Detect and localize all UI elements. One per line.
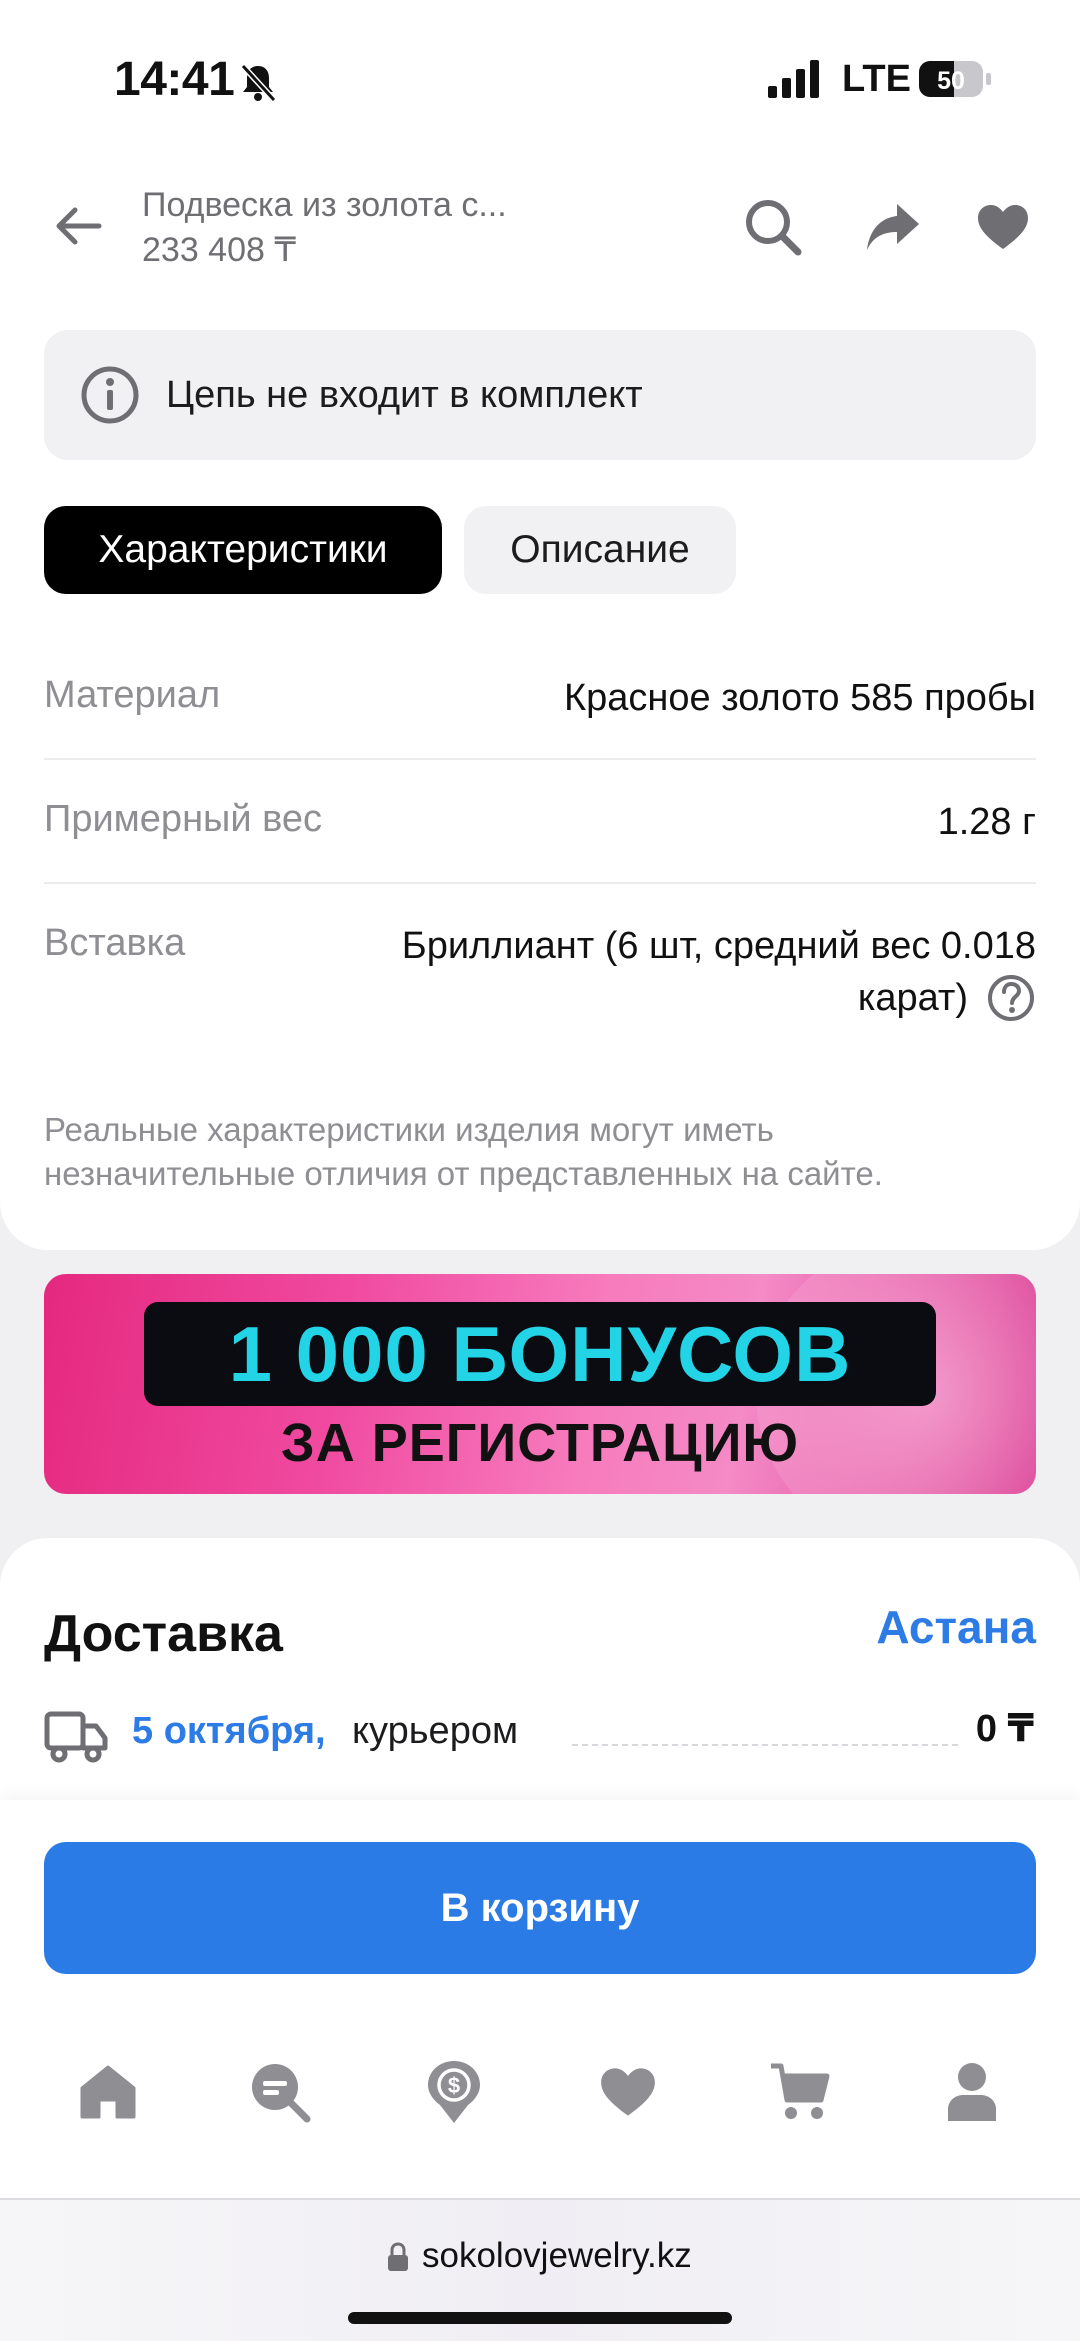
dotted-leader: [572, 1744, 958, 1746]
cellular-signal-icon: [768, 60, 819, 98]
nav-home[interactable]: [72, 2056, 144, 2128]
disclaimer: Реальные характеристики изделия могут им…: [44, 1108, 1044, 1196]
status-bar: 14:41 LTE 50: [0, 0, 1080, 150]
cart-icon: [771, 2063, 830, 2119]
bell-off-icon: [240, 63, 277, 103]
delivery-title: Доставка: [44, 1605, 283, 1663]
disclaimer-line1: Реальные характеристики изделия могут им…: [44, 1111, 774, 1148]
delivery-date: 5 октября,: [132, 1710, 326, 1752]
network-type: LTE: [842, 58, 911, 100]
tab-description[interactable]: Описание: [464, 506, 736, 594]
delivery-card: Доставка Астана 5 октября, курьером 0 ₸: [0, 1538, 1080, 1838]
product-title: Подвеска из золота с...: [142, 186, 507, 224]
spec-row-weight: Примерный вес 1.28 г: [44, 784, 1036, 884]
truck-icon: [44, 1711, 108, 1763]
browser-url-bar[interactable]: sokolovjewelry.kz: [0, 2198, 1080, 2341]
share-arrow-icon: [867, 204, 919, 250]
lock-icon: [388, 2242, 408, 2271]
spec-value-line2-wrap: карат): [858, 970, 1036, 1026]
svg-text:$: $: [448, 2073, 460, 2098]
delivery-city-link[interactable]: Астана: [876, 1600, 1036, 1654]
spec-row-insert: Вставка Бриллиант (6 шт, средний вес 0.0…: [44, 908, 1036, 1028]
status-time: 14:41: [114, 53, 235, 106]
nav-bonuses[interactable]: $: [418, 2056, 490, 2128]
spec-row-material: Материал Красное золото 585 пробы: [44, 660, 1036, 760]
delivery-price: 0 ₸: [975, 1708, 1034, 1750]
add-to-cart-button[interactable]: В корзину: [44, 1842, 1036, 1974]
url-domain: sokolovjewelry.kz: [422, 2236, 692, 2275]
spec-label: Вставка: [44, 922, 186, 964]
nav-catalog[interactable]: [244, 2056, 316, 2128]
bonus-promo-banner[interactable]: 1 000 БОНУСОВ ЗА РЕГИСТРАЦИЮ: [44, 1274, 1036, 1494]
tab-characteristics[interactable]: Характеристики: [44, 506, 442, 594]
search-button[interactable]: [738, 192, 808, 262]
nav-profile[interactable]: [936, 2056, 1008, 2128]
profile-icon: [948, 2063, 996, 2121]
battery-level: 50: [937, 67, 965, 95]
favorite-button[interactable]: [968, 192, 1038, 262]
spec-value-line1: Бриллиант (6 шт, средний вес 0.018: [401, 925, 1036, 967]
banner-subheadline: ЗА РЕГИСТРАЦИЮ: [280, 1413, 800, 1473]
share-button[interactable]: [858, 192, 928, 262]
back-button[interactable]: [48, 196, 108, 256]
nav-cart[interactable]: [764, 2056, 836, 2128]
search-icon: [746, 200, 802, 256]
bonus-icon: $: [428, 2061, 480, 2123]
info-icon: [81, 366, 139, 424]
notice-text: Цепь не входит в комплект: [166, 374, 643, 416]
product-page: 14:41 LTE 50 Подвеска из золота с... 233…: [0, 0, 1080, 2341]
home-icon: [80, 2065, 136, 2119]
spec-value: Красное золото 585 пробы: [564, 677, 1036, 719]
product-price: 233 408 ₸: [142, 231, 296, 269]
question-icon[interactable]: [986, 973, 1036, 1023]
catalog-search-icon: [252, 2064, 311, 2123]
banner-headline: 1 000 БОНУСОВ: [228, 1310, 852, 1398]
bottom-bar: В корзину $: [0, 1800, 1080, 2200]
disclaimer-line2: незначительные отличия от представленных…: [44, 1155, 883, 1192]
spec-label: Материал: [44, 674, 221, 716]
heart-icon: [978, 205, 1028, 249]
arrow-left-icon: [56, 207, 102, 245]
nav-favorites[interactable]: [592, 2056, 664, 2128]
battery-icon: 50: [919, 61, 991, 97]
spec-value: 1.28 г: [937, 801, 1036, 843]
spec-label: Примерный вес: [44, 798, 323, 840]
spec-value-line2: карат): [857, 977, 968, 1019]
favorites-icon: [601, 2068, 655, 2116]
home-indicator[interactable]: [348, 2312, 732, 2324]
chain-notice: Цепь не входит в комплект: [44, 330, 1036, 460]
delivery-method: курьером: [352, 1710, 519, 1752]
